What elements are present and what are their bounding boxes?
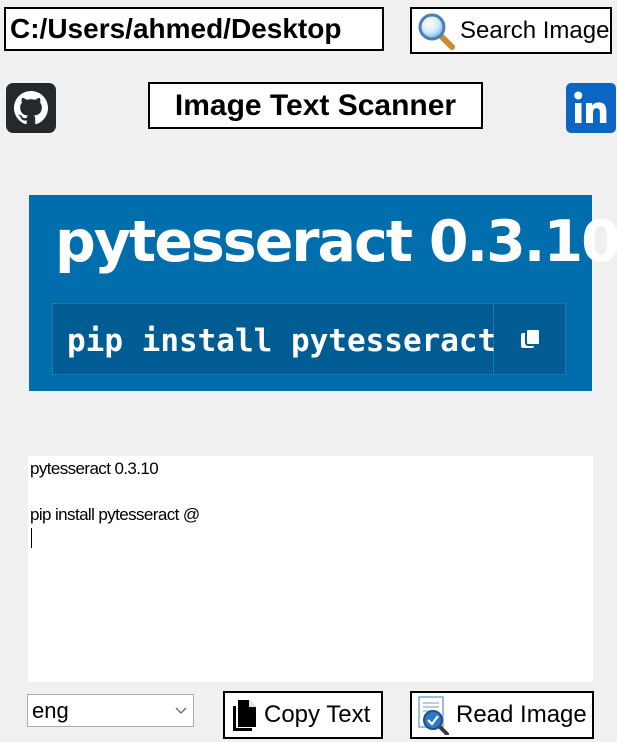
language-select-value: eng bbox=[32, 697, 69, 723]
text-cursor bbox=[31, 528, 32, 548]
chevron-down-icon bbox=[175, 707, 187, 714]
search-image-label: Search Image bbox=[460, 16, 610, 44]
language-select[interactable]: eng bbox=[27, 694, 194, 727]
github-icon bbox=[14, 91, 48, 125]
preview-title: pytesseract 0.3.10 bbox=[55, 209, 617, 275]
image-preview: pytesseract 0.3.10 pip install pytessera… bbox=[29, 195, 617, 391]
text-output-line: pytesseract 0.3.10 bbox=[30, 459, 159, 478]
document-icon bbox=[233, 700, 256, 731]
copy-text-label: Copy Text bbox=[264, 701, 371, 728]
copy-text-button[interactable]: Copy Text bbox=[223, 691, 383, 739]
magnifier-icon bbox=[418, 13, 455, 50]
app-title: Image Text Scanner bbox=[148, 82, 483, 129]
search-image-button[interactable]: Search Image bbox=[410, 7, 612, 54]
preview-command-box: pip install pytesseract bbox=[52, 303, 566, 375]
path-entry[interactable]: C:/Users/ahmed/Desktop bbox=[4, 7, 384, 51]
preview-command: pip install pytesseract bbox=[67, 323, 497, 359]
text-output-line bbox=[30, 480, 591, 503]
text-output[interactable]: pytesseract 0.3.10 pip install pytessera… bbox=[28, 456, 593, 682]
text-output-line: pip install pytesseract @ bbox=[30, 505, 200, 524]
linkedin-link[interactable] bbox=[566, 83, 616, 133]
read-image-icon bbox=[418, 696, 449, 735]
preview-copy-button bbox=[493, 304, 567, 374]
read-image-button[interactable]: Read Image bbox=[410, 691, 594, 739]
read-image-label: Read Image bbox=[456, 701, 587, 728]
linkedin-icon bbox=[574, 91, 607, 123]
github-link[interactable] bbox=[6, 83, 56, 133]
copy-icon bbox=[520, 328, 541, 348]
